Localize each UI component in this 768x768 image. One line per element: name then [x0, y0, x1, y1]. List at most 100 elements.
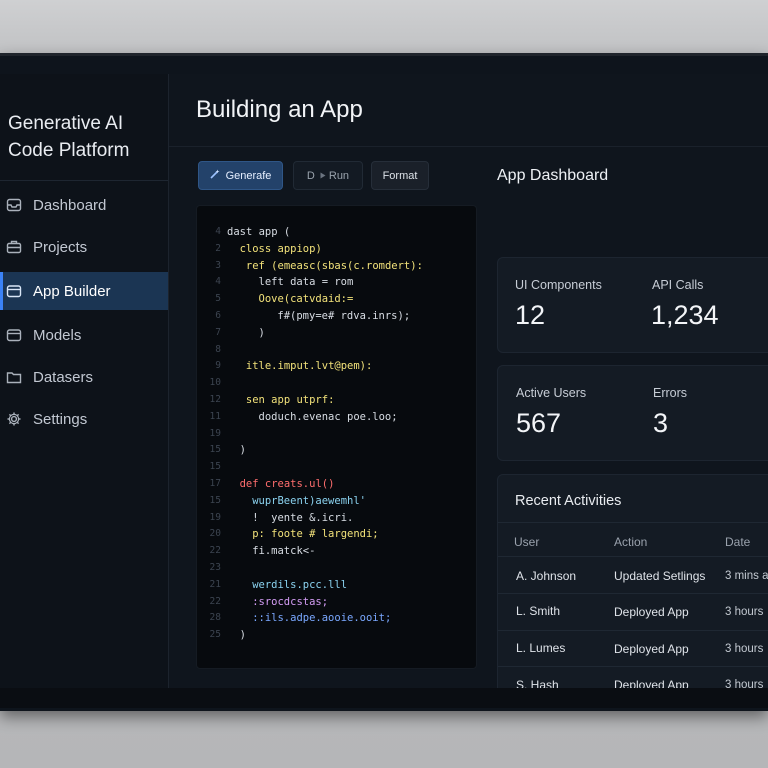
row-date: 3 mins a	[725, 570, 768, 582]
code-line[interactable]: 5 Oove(catvdaid:=	[197, 293, 353, 308]
gear-icon	[6, 411, 22, 427]
row-user: A. Johnson	[516, 569, 577, 583]
row-divider	[498, 593, 768, 594]
sidebar: Generative AI Code Platform Dashboard Pr…	[0, 74, 169, 694]
recent-activities-card: Recent Activities User Action Date A. Jo…	[497, 474, 768, 706]
row-action: Updated Setlings	[614, 569, 706, 583]
column-header-date[interactable]: Date	[725, 535, 750, 549]
line-number: 23	[209, 562, 221, 573]
code-line[interactable]: 17 def creats.ul()	[197, 478, 335, 493]
code-text: )	[239, 629, 246, 642]
sidebar-item-label: Dashboard	[33, 196, 107, 214]
code-line[interactable]: 9 itle.imput.lvt@pem):	[197, 360, 372, 375]
row-action: Deployed App	[614, 605, 689, 619]
code-text: itle.imput.lvt@pem):	[245, 360, 373, 373]
line-number: 10	[209, 377, 221, 389]
stats-card-1: UI Components 12 API Calls 1,234	[497, 257, 768, 353]
column-header-action[interactable]: Action	[614, 535, 647, 549]
code-text: dast app (	[227, 226, 291, 238]
code-editor[interactable]: 4 dast app ( 2 closs appiop) 3 ref (emeasc(sb…	[196, 205, 477, 669]
code-text: left data = rom	[258, 276, 354, 289]
code-line[interactable]: 7)	[197, 327, 265, 342]
row-divider	[498, 666, 768, 667]
line-number: 3	[215, 259, 221, 271]
code-line[interactable]: 20 p: foote # largendi;	[197, 528, 379, 543]
line-number: 15	[209, 444, 221, 456]
ui-components-value: 12	[515, 300, 546, 330]
code-line[interactable]: 21 werdils.pcc.lll	[197, 579, 347, 594]
wand-icon	[209, 169, 220, 182]
box-icon	[6, 283, 22, 299]
code-text: closs appiop)	[239, 242, 322, 255]
column-header-user[interactable]: User	[514, 535, 539, 549]
errors-value: 3	[653, 408, 669, 438]
run-prefix: D	[306, 169, 315, 182]
code-line[interactable]: 8	[197, 344, 227, 359]
brand-line-2: Code Platform	[8, 140, 130, 161]
inbox-icon	[6, 197, 22, 213]
line-number: 2	[215, 242, 221, 254]
code-line[interactable]: 28::ils.adpe.aooie.ooit;	[197, 612, 392, 627]
code-text: :srocdcstas;	[252, 595, 329, 608]
stats-card-2: Active Users 567 Errors 3	[497, 365, 768, 461]
code-line[interactable]: 19 ! yente &.icri.	[197, 511, 354, 527]
sidebar-item-datasets[interactable]: Datasers	[0, 358, 168, 396]
code-line[interactable]: 3 ref (emeasc(sbas(c.romdert):	[197, 260, 423, 275]
code-line[interactable]: 4 left data = rom	[197, 276, 353, 291]
main-content: Building an App Generafe D Run Format 4d…	[169, 74, 768, 706]
active-users-value: 567	[516, 408, 562, 438]
row-user: L. Lumes	[516, 641, 566, 655]
code-line[interactable]: 15 wuprBeent)aewemhl'	[197, 495, 366, 510]
row-date: 3 hours	[725, 606, 764, 618]
code-text: werdils.pcc.lll	[252, 578, 348, 591]
recent-activities-title: Recent Activities	[515, 493, 622, 509]
generate-button[interactable]: Generafe	[198, 161, 283, 190]
sidebar-divider	[0, 180, 168, 181]
line-number: 19	[209, 511, 221, 523]
format-button[interactable]: Format	[371, 161, 429, 190]
code-line[interactable]: 22 fi.matck<-	[197, 545, 316, 560]
row-date: 3 hours	[725, 643, 764, 655]
code-text: ::ils.adpe.aooie.ooit;	[252, 612, 392, 625]
code-line[interactable]: 23	[197, 562, 227, 577]
sidebar-item-models[interactable]: Models	[0, 316, 168, 354]
code-line[interactable]: 25)	[197, 629, 246, 644]
title-divider	[169, 146, 768, 147]
row-divider	[498, 522, 768, 523]
screen-bezel	[0, 688, 768, 708]
row-divider	[498, 556, 768, 557]
code-text: wuprBeent)aewemhl'	[252, 494, 366, 507]
sidebar-item-dashboard[interactable]: Dashboard	[0, 186, 168, 224]
line-number: 17	[209, 478, 221, 489]
line-number: 4	[215, 226, 221, 237]
code-line[interactable]: 2 closs appiop)	[197, 243, 322, 258]
code-line[interactable]: 4 dast app (	[197, 226, 290, 241]
sidebar-item-projects[interactable]: Projects	[0, 228, 168, 266]
code-line[interactable]: 10	[197, 377, 227, 392]
sidebar-item-label: Datasers	[33, 368, 94, 386]
active-users-label: Active Users	[516, 386, 587, 400]
code-line[interactable]: 15	[197, 461, 227, 476]
line-number: 8	[215, 343, 221, 355]
sidebar-item-settings[interactable]: Settings	[0, 400, 168, 438]
line-number: 21	[209, 578, 221, 590]
generate-label: Generafe	[225, 169, 272, 182]
brand-line-1: Generative AI	[8, 113, 124, 134]
code-text: f#(pmy=e# rdva.inrs);	[277, 310, 411, 322]
api-calls-label: API Calls	[652, 278, 704, 292]
code-text: doduch.evenac poe.loo;	[258, 410, 398, 423]
code-line[interactable]: 6 f#(pmy=e# rdva.inrs);	[197, 310, 410, 325]
code-text: )	[258, 326, 265, 339]
box-icon	[6, 327, 22, 343]
line-number: 4	[215, 276, 221, 288]
code-line[interactable]: 22:srocdcstas;	[197, 595, 329, 611]
sidebar-item-label: Settings	[33, 410, 88, 428]
code-text: ref (emeasc(sbas(c.romdert):	[245, 259, 423, 272]
code-line[interactable]: 19	[197, 428, 227, 443]
code-line[interactable]: 12 sen app utprf:	[197, 394, 335, 409]
sidebar-item-app-builder[interactable]: App Builder	[0, 272, 168, 310]
code-line[interactable]: 11 doduch.evenac poe.loo;	[197, 411, 398, 426]
code-line[interactable]: 15)	[197, 444, 246, 459]
line-number: 20	[209, 528, 221, 540]
run-button[interactable]: D Run	[293, 161, 363, 190]
